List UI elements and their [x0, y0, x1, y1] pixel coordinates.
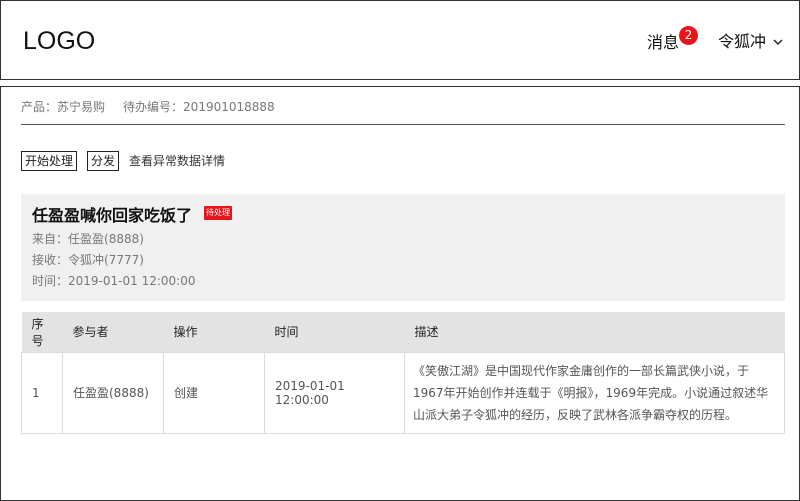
- column-header-time: 时间: [264, 312, 405, 352]
- from-value: 任盈盈(8888): [68, 232, 144, 246]
- messages-link[interactable]: 消息: [647, 32, 679, 54]
- task-time: 时间：2019-01-01 12:00:00: [32, 272, 195, 290]
- cell-index: 1: [21, 351, 63, 434]
- task-title: 任盈盈喊你回家吃饭了: [32, 206, 193, 225]
- view-exception-details-link[interactable]: 查看异常数据详情: [129, 151, 225, 171]
- cell-description: 《笑傲江湖》是中国现代作家金庸创作的一部长篇武侠小说，于1967年开始创作并连载…: [404, 351, 785, 434]
- user-menu[interactable]: 令狐冲: [718, 31, 784, 53]
- start-processing-button[interactable]: 开始处理: [21, 151, 78, 171]
- breadcrumb-divider: [21, 124, 785, 125]
- logo: LOGO: [23, 27, 96, 55]
- time-value: 2019-01-01 12:00:00: [68, 274, 196, 288]
- dispatch-button[interactable]: 分发: [87, 151, 120, 171]
- task-from: 来自：任盈盈(8888): [32, 230, 144, 248]
- status-badge: 待处理: [204, 206, 232, 220]
- table-header-row: 序号 参与者 操作 时间 描述: [21, 312, 785, 352]
- from-label: 来自：: [32, 232, 69, 246]
- product-value: 苏宁易购: [57, 100, 106, 114]
- table-row: 1 任盈盈(8888) 创建 2019-01-01 12:00:00 《笑傲江湖…: [21, 351, 785, 434]
- column-header-description: 描述: [404, 312, 785, 352]
- chevron-down-icon: [773, 39, 783, 46]
- receiver-label: 接收：: [32, 253, 69, 267]
- action-bar: 开始处理 分发 查看异常数据详情: [21, 151, 225, 171]
- column-header-participant: 参与者: [62, 312, 164, 352]
- cell-time: 2019-01-01 12:00:00: [264, 351, 405, 434]
- top-header: LOGO 消息 2 令狐冲: [0, 0, 800, 80]
- cell-participant: 任盈盈(8888): [62, 351, 164, 434]
- task-receiver: 接收：令狐冲(7777): [32, 251, 144, 269]
- receiver-value: 令狐冲(7777): [68, 253, 144, 267]
- column-header-action: 操作: [163, 312, 265, 352]
- cell-action: 创建: [163, 351, 265, 434]
- todo-number-value: 201901018888: [183, 100, 275, 114]
- task-card: 任盈盈喊你回家吃饭了 待处理 来自：任盈盈(8888) 接收：令狐冲(7777)…: [21, 194, 785, 301]
- breadcrumb: 产品：苏宁易购 待办编号：201901018888: [21, 97, 275, 117]
- time-label: 时间：: [32, 274, 69, 288]
- product-label: 产品：: [21, 100, 58, 114]
- todo-number-label: 待办编号：: [123, 100, 184, 114]
- history-table: 序号 参与者 操作 时间 描述 1 任盈盈(8888) 创建 2019-01-0…: [21, 312, 785, 434]
- messages-count-badge: 2: [679, 26, 698, 45]
- column-header-index: 序号: [21, 312, 63, 352]
- user-name: 令狐冲: [718, 32, 767, 51]
- main-panel: 产品：苏宁易购 待办编号：201901018888 开始处理 分发 查看异常数据详…: [0, 86, 800, 501]
